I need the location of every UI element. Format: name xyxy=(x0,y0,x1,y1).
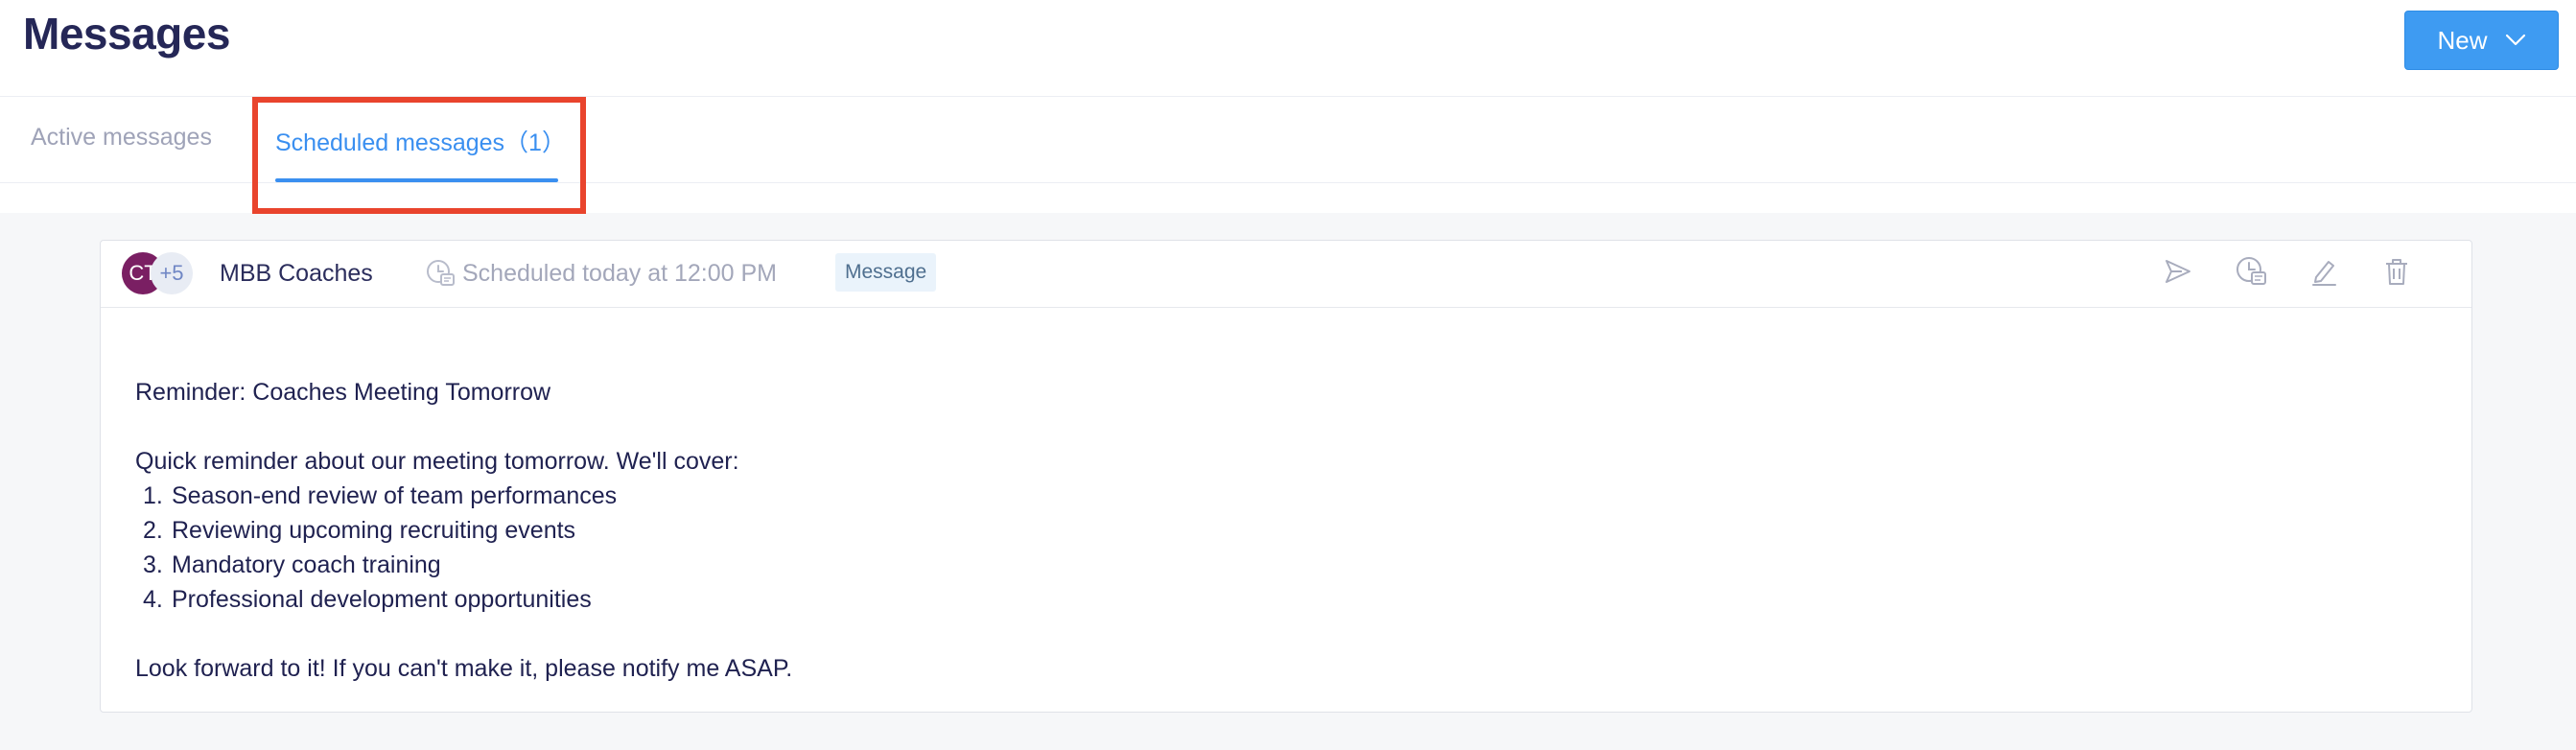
chevron-down-icon xyxy=(2505,34,2525,46)
highlight-box xyxy=(252,97,586,214)
list-item-number: 2. xyxy=(143,517,163,544)
list-item-text: Season-end review of team performances xyxy=(172,482,618,509)
delete-button[interactable] xyxy=(2377,252,2416,291)
message-type-badge: Message xyxy=(835,253,937,292)
edit-icon xyxy=(2312,261,2336,286)
schedule-time: Scheduled today at 12:00 PM xyxy=(462,260,778,287)
new-button-label: New xyxy=(2437,25,2488,55)
new-button[interactable]: New xyxy=(2404,11,2559,70)
list-item: 2. Reviewing upcoming recruiting events xyxy=(143,513,2418,548)
list-item-number: 4. xyxy=(143,586,163,613)
list-item-number: 1. xyxy=(143,482,163,509)
list-item-text: Mandatory coach training xyxy=(172,551,441,578)
trash-icon xyxy=(2386,259,2407,285)
page-header: Messages New xyxy=(0,0,2576,97)
avatar-extra-count: +5 xyxy=(151,252,193,294)
reschedule-button[interactable] xyxy=(2232,252,2270,291)
list-item: 1. Season-end review of team performances xyxy=(143,479,2418,513)
send-icon xyxy=(2166,260,2190,283)
edit-button[interactable] xyxy=(2305,252,2343,291)
message-intro: Quick reminder about our meeting tomorro… xyxy=(135,448,739,475)
list-item-number: 3. xyxy=(143,551,163,578)
list-item: 3. Mandatory coach training xyxy=(143,548,2418,582)
tab-active-messages[interactable]: Active messages xyxy=(31,124,212,152)
message-card-header: CT +5 MBB Coaches Scheduled today at 12:… xyxy=(101,241,2471,308)
message-agenda-list: 1. Season-end review of team performances… xyxy=(135,479,2418,617)
message-body: Reminder: Coaches Meeting Tomorrow Quick… xyxy=(135,375,2418,686)
scheduled-message-card: CT +5 MBB Coaches Scheduled today at 12:… xyxy=(100,240,2472,713)
reschedule-icon xyxy=(2236,257,2266,285)
clock-message-icon xyxy=(427,260,455,286)
list-item-text: Professional development opportunities xyxy=(172,586,592,613)
message-subject: Reminder: Coaches Meeting Tomorrow xyxy=(135,379,551,406)
recipient-group-name: MBB Coaches xyxy=(220,260,373,287)
list-item: 4. Professional development opportunities xyxy=(143,582,2418,617)
list-item-text: Reviewing upcoming recruiting events xyxy=(172,517,576,544)
send-now-button[interactable] xyxy=(2159,252,2197,291)
page-title: Messages xyxy=(23,9,230,59)
message-closing: Look forward to it! If you can't make it… xyxy=(135,655,793,682)
